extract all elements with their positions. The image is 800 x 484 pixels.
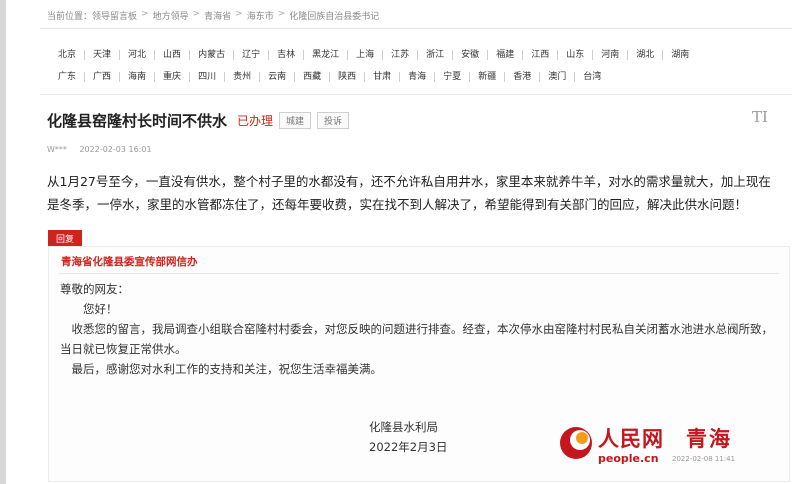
region-nav: 北京 天津 河北 山西 内蒙古 辽宁 吉林 黑龙江 上海 江苏 浙江 安徽 福建 江西 山东 河南 湖北 湖南 广… [50, 44, 780, 88]
region-link[interactable]: 青海 [399, 72, 434, 82]
page: 当前位置： 领导留言板 > 地方领导 > 青海省 > 海东市 > 化隆回族自治县委书记 … [0, 0, 800, 484]
region-link[interactable]: 新疆 [469, 72, 504, 82]
breadcrumb-separator: > [277, 9, 286, 19]
breadcrumb-link[interactable]: 化隆回族自治县委书记 [289, 9, 379, 22]
breadcrumb-link[interactable]: 领导留言板 [92, 9, 137, 22]
region-link[interactable]: 吉林 [268, 50, 303, 60]
logo-url-text: people.cn [598, 452, 659, 465]
signature-date: 2022年2月3日 [369, 440, 448, 454]
reply-body: 尊敬的网友： 您好！ 收悉您的留言，我局调查小组联合窑隆村村委会，对您反映的问题… [60, 279, 775, 379]
region-link[interactable]: 云南 [259, 72, 294, 82]
region-link[interactable]: 甘肃 [364, 72, 399, 82]
region-link[interactable]: 上海 [347, 50, 382, 60]
reply-badge: 回复 [48, 230, 83, 247]
region-link[interactable]: 浙江 [417, 50, 452, 60]
region-link[interactable]: 江西 [522, 50, 557, 60]
reply-hello: 您好！ [83, 302, 118, 316]
region-link[interactable]: 西藏 [294, 72, 329, 82]
region-link[interactable]: 湖南 [662, 50, 697, 60]
region-link[interactable]: 台湾 [574, 72, 609, 82]
reply-signature: 化隆县水利局 2022年2月3日 [369, 417, 447, 457]
region-link[interactable]: 山东 [557, 50, 592, 60]
region-link[interactable]: 陕西 [329, 72, 364, 82]
region-link[interactable]: 重庆 [154, 72, 189, 82]
breadcrumb-link[interactable]: 地方领导 [153, 9, 189, 22]
reply-closing: 最后，感谢您对水利工作的支持和关注，祝您生活幸福美满。 [71, 362, 383, 376]
region-row: 广东 广西 海南 重庆 四川 贵州 云南 西藏 陕西 甘肃 青海 宁夏 新疆 香港 澳门 台湾 [50, 66, 780, 88]
breadcrumb-separator: > [141, 9, 149, 19]
message-content: 从1月27号至今，一直没有供水，整个村子里的水都没有，还不允许私自用井水，家里本… [47, 174, 771, 212]
reply-source: 青海省化隆县委宣传部网信办 [61, 256, 198, 268]
region-link[interactable]: 宁夏 [434, 72, 469, 82]
people-cn-watermark-logo: 人民网 青海 people.cn [558, 423, 768, 467]
region-link[interactable]: 香港 [504, 72, 539, 82]
logo-province-text: 青海 [686, 427, 732, 451]
region-link[interactable]: 辽宁 [233, 50, 268, 60]
post-date: 2022-02-03 16:01 [79, 145, 152, 154]
region-link[interactable]: 山西 [154, 50, 189, 60]
status-label: 已办理 [237, 114, 274, 128]
region-link[interactable]: 黑龙江 [303, 50, 347, 60]
breadcrumb: 当前位置： 领导留言板 > 地方领导 > 青海省 > 海东市 > 化隆回族自治县委书记 [47, 9, 379, 22]
message-title-row: 化隆县窑隆村长时间不供水 已办理 城建 投诉 [47, 110, 350, 131]
region-link[interactable]: 四川 [189, 72, 224, 82]
divider [40, 94, 792, 95]
region-link[interactable]: 湖北 [627, 50, 662, 60]
category-tag[interactable]: 投诉 [317, 112, 350, 129]
breadcrumb-separator: > [235, 9, 243, 19]
author-name: W*** [47, 145, 67, 154]
left-scroll-rail [0, 0, 6, 484]
reply-paragraph: 收悉您的留言，我局调查小组联合窑隆村村委会，对您反映的问题进行排查。经查，本次停… [60, 322, 773, 356]
message-title: 化隆县窑隆村长时间不供水 [47, 112, 228, 130]
reply-greeting: 尊敬的网友： [60, 282, 129, 296]
region-link[interactable]: 福建 [487, 50, 522, 60]
region-link[interactable]: 河北 [119, 50, 154, 60]
breadcrumb-link[interactable]: 青海省 [204, 9, 231, 22]
watermark-timestamp: 2022-02-08 11:41 [672, 455, 736, 463]
signature-org: 化隆县水利局 [369, 420, 438, 434]
region-link[interactable]: 内蒙古 [189, 50, 233, 60]
breadcrumb-link[interactable]: 海东市 [247, 9, 274, 22]
breadcrumb-separator: > [192, 9, 201, 19]
region-link[interactable]: 天津 [84, 50, 119, 60]
divider [59, 273, 779, 274]
region-link[interactable]: 澳门 [539, 72, 574, 82]
region-link[interactable]: 河南 [592, 50, 627, 60]
logo-brand-text: 人民网 [598, 426, 664, 451]
category-tag[interactable]: 城建 [279, 112, 312, 129]
region-link[interactable]: 广东 [50, 72, 84, 82]
breadcrumb-prefix: 当前位置： [47, 12, 93, 22]
font-size-icon[interactable]: TI [752, 108, 768, 126]
divider [40, 28, 792, 29]
region-link[interactable]: 安徽 [452, 50, 487, 60]
region-link[interactable]: 贵州 [224, 72, 259, 82]
region-link[interactable]: 海南 [119, 72, 154, 82]
region-row: 北京 天津 河北 山西 内蒙古 辽宁 吉林 黑龙江 上海 江苏 浙江 安徽 福建 江西 山东 河南 湖北 湖南 [50, 44, 780, 66]
region-link[interactable]: 江苏 [382, 50, 417, 60]
people-cn-logo-icon [560, 427, 592, 459]
region-link[interactable]: 北京 [50, 50, 84, 60]
message-meta: W*** 2022-02-03 16:01 [47, 145, 152, 154]
region-link[interactable]: 广西 [84, 72, 119, 82]
